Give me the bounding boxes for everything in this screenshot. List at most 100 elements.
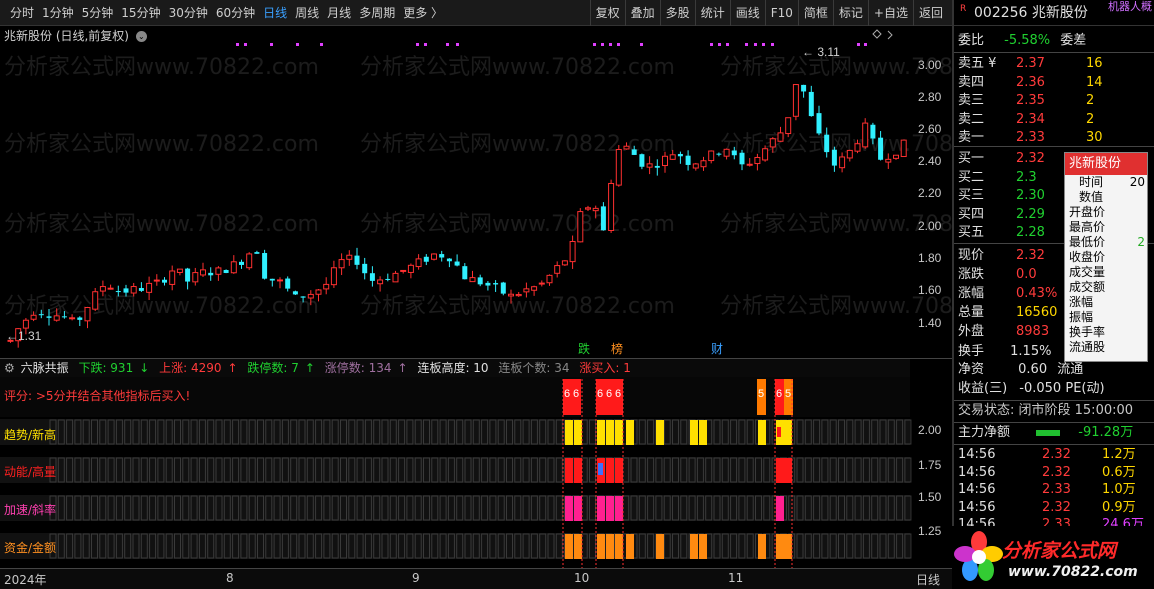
up-count: 上涨: 4290 ↑ [159,361,238,375]
toolbar-button[interactable]: 统计 [694,0,730,26]
candle-body [385,278,391,280]
tick-price: 2.32 [1042,499,1071,515]
limit-up-text: 涨停数: 134 [324,361,392,375]
popup-row: 开盘价 [1065,205,1147,220]
candle-body [692,163,699,169]
main-chart[interactable]: 分析家公式网www.70822.com 分析家公式网www.70822.com 分析… [0,26,1035,358]
signal-dot [609,43,612,46]
buy-price: 2.32 [1016,151,1045,166]
concept-tag[interactable]: 机器人概 [1108,0,1152,20]
candle-body [500,282,506,294]
tab-period[interactable]: 分时 [6,0,38,26]
stat-row: 涨跌 0.0 [958,266,1037,284]
candle-body [662,155,668,167]
tab-period[interactable]: 1分钟 [38,0,78,26]
candle-body [269,278,275,281]
tab-period[interactable]: 更多 〉 [399,0,447,26]
tick-row: 14:56 2.32 1.2万 [958,446,1136,464]
candle-body [785,117,792,135]
tab-period[interactable]: 5分钟 [78,0,118,26]
candle-body [53,315,60,321]
popup-row: 振幅 [1065,310,1147,325]
signal-dot [601,43,604,46]
x-axis: 2024年 8 9 10 11 日线 [0,568,952,589]
candle-body [731,150,737,156]
tab-period[interactable]: 月线 [323,0,355,26]
signal-dot [446,43,449,46]
tab-period[interactable]: 多周期 [355,0,399,26]
candle-body [107,287,114,290]
signal-dot [857,43,860,46]
stat-row: 外盘 8983 [958,323,1049,341]
indicator-signal [615,420,623,445]
popup-label: 流通股 [1069,340,1106,354]
chevron-right-icon[interactable] [887,30,893,40]
toolbar-button[interactable]: 简框 [797,0,833,26]
limit-down-text: 跌停数: 7 [247,361,299,375]
indicator-signal [699,420,707,445]
signal-dot [771,43,774,46]
logo-url: www.70822.com [1008,564,1138,580]
toolbar-button[interactable]: F10 [764,0,798,26]
score-value: 6 [573,388,579,400]
candle-body [22,319,29,329]
indicator-panel[interactable]: 66666565 ⚙ 六脉共振 下跌: 931 ↓ 上涨: 4290 ↑ 跌停数: … [0,358,952,569]
tab-period[interactable]: 15分钟 [117,0,164,26]
tab-period[interactable]: 30分钟 [165,0,212,26]
signal-dot [416,43,419,46]
candle-body [839,156,846,169]
tick-volume: 0.9万 [1102,499,1136,515]
toolbar-button[interactable]: +自选 [867,0,913,26]
toolbar-button[interactable]: 叠加 [624,0,660,26]
stat-label: 外盘 [958,324,985,339]
candle-body [816,113,822,134]
signal-dot [762,43,765,46]
tick-volume: 1.0万 [1102,482,1136,497]
event-label[interactable]: 跌 [578,341,590,356]
x-tick: 2024年 [4,573,47,587]
chevron-down-icon[interactable]: ⌄ [135,31,147,42]
candle-body [854,143,861,152]
buy-label: 买五 [958,225,985,240]
tab-period[interactable]: 日线 [259,0,291,26]
event-label[interactable]: 榜 [611,341,623,356]
score-value: 5 [785,388,791,400]
candle-body [608,182,615,232]
candle-body [531,286,538,291]
toolbar-button[interactable]: 画线 [729,0,765,26]
zhuli-row: 主力净额 -91.28万 [958,424,1133,442]
toolbar-button[interactable]: 返回 [912,0,948,26]
candle-body [878,137,884,160]
candle-body [777,132,784,142]
candle-body [392,272,399,283]
candle-body [262,253,268,279]
candle-body [200,269,206,276]
chart-title: 兆新股份 (日线,前复权) ⌄ [4,27,147,44]
stat-row: 涨幅 0.43% [958,285,1057,303]
stat-value: 16560 [1016,305,1058,320]
event-label[interactable]: 财 [711,342,723,356]
toolbar-button[interactable]: 多股 [659,0,695,26]
tick-time: 14:56 [958,499,996,515]
diamond-icon[interactable] [872,29,882,39]
toolbar-button[interactable]: 复权 [589,0,625,26]
candlestick-chart[interactable]: 分析家公式网www.70822.com 分析家公式网www.70822.com 分析… [0,26,1035,358]
chart-title-text: 兆新股份 (日线,前复权) [4,29,129,43]
indicator-row-bg [0,495,910,521]
down-count: 下跌: 931 ↓ [78,361,150,375]
tab-period[interactable]: 60分钟 [212,0,259,26]
toolbar: 分时 1分钟 5分钟 15分钟 30分钟 60分钟 日线 周线 月线 多周期 更多 〉 复权 叠加 多股… [0,0,952,26]
x-tick: 11 [728,571,744,585]
tab-period[interactable]: 周线 [291,0,323,26]
candle-body [716,153,722,155]
ind-y-tick: 1.25 [918,524,942,538]
popup-row: 换手率 [1065,325,1147,340]
candle-body [99,286,106,292]
candle-body [439,254,445,258]
tick-price: 2.32 [1042,464,1071,480]
candle-body [315,289,322,295]
signal-dot [456,43,459,46]
settings-icon[interactable]: ⚙ [4,361,15,375]
toolbar-button[interactable]: 标记 [832,0,868,26]
candle-body [369,273,375,281]
